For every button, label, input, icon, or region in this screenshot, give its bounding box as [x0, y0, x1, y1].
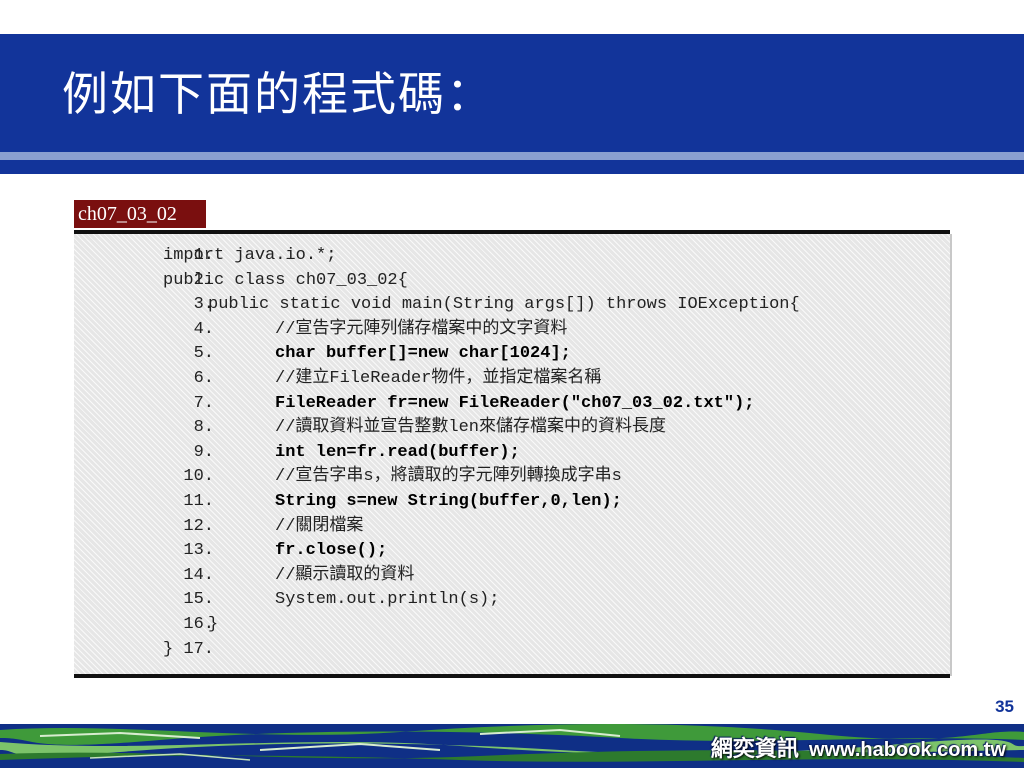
line-number: 8. [193, 418, 214, 438]
code-line: 2. public class ch07_03_02{ [74, 269, 950, 294]
slide: 例如下面的程式碼： ch07_03_02 1. import java.io.*;… [0, 0, 1024, 768]
code-line: 14. //顯示讀取的資料 [74, 564, 950, 589]
line-code: public class ch07_03_02{ [163, 270, 408, 290]
code-line: 11. String s=new String(buffer,0,len); [74, 490, 950, 515]
code-lines: 1. import java.io.*; 2. public class ch07_0… [74, 244, 950, 662]
line-code: System.out.println(s); [275, 590, 500, 610]
code-line: 7. FileReader fr=new FileReader("ch07_03_… [74, 392, 950, 417]
line-code: //建立FileReader物件，並指定檔案名稱 [275, 368, 602, 388]
header-divider-dark [0, 160, 1024, 174]
code-line: 15. System.out.println(s); [74, 588, 950, 613]
line-code: //顯示讀取的資料 [275, 565, 415, 585]
line-code: public static void main(String args[]) t… [208, 295, 800, 315]
header-divider-light [0, 152, 1024, 160]
line-number: 17. [183, 639, 214, 659]
code-line: 13. fr.close(); [74, 539, 950, 564]
line-number: 6. [193, 368, 214, 388]
code-line: 4. //宣告字元陣列儲存檔案中的文字資料 [74, 318, 950, 343]
line-code: fr.close(); [275, 541, 388, 561]
footer-logo-text: 網奕資訊 [710, 737, 799, 762]
line-code: FileReader fr=new FileReader("ch07_03_02… [275, 393, 755, 413]
line-number: 14. [183, 565, 214, 585]
line-number: 7. [193, 393, 214, 413]
slide-title: 例如下面的程式碼： [62, 67, 494, 121]
code-label: ch07_03_02 [74, 200, 206, 228]
code-line: 3. public static void main(String args[])… [74, 293, 950, 318]
page-number: 35 [995, 697, 1014, 716]
code-line: 5. char buffer[]=new char[1024]; [74, 342, 950, 367]
code-line: 9. int len=fr.read(buffer); [74, 441, 950, 466]
line-code: //關閉檔案 [275, 516, 364, 536]
line-code: String s=new String(buffer,0,len); [275, 491, 622, 511]
line-code: //宣告字元陣列儲存檔案中的文字資料 [275, 319, 568, 339]
line-code: //宣告字串s，將讀取的字元陣列轉換成字串s [275, 467, 622, 487]
line-code: } [208, 614, 219, 634]
line-code: import java.io.*; [163, 246, 337, 265]
line-number: 10. [183, 467, 214, 487]
code-line: 16.} [74, 613, 950, 638]
line-number: 5. [193, 344, 214, 364]
line-code: } [163, 639, 174, 659]
code-listing: 1. import java.io.*; 2. public class ch07_0… [74, 230, 950, 678]
line-number: 12. [183, 516, 214, 536]
code-line: 10. //宣告字串s，將讀取的字元陣列轉換成字串s [74, 465, 950, 490]
line-code: int len=fr.read(buffer); [275, 442, 520, 462]
footer-url: www.habook.com.tw [808, 739, 1006, 761]
line-code: char buffer[]=new char[1024]; [275, 344, 571, 364]
code-line: 1. import java.io.*; [74, 244, 950, 269]
line-number: 13. [183, 541, 214, 561]
line-code: //讀取資料並宣告整數len來儲存檔案中的資料長度 [275, 418, 667, 438]
line-number: 9. [193, 442, 214, 462]
code-line: 6. //建立FileReader物件，並指定檔案名稱 [74, 367, 950, 392]
code-line: 12. //關閉檔案 [74, 515, 950, 540]
code-line: 8. //讀取資料並宣告整數len來儲存檔案中的資料長度 [74, 416, 950, 441]
line-number: 11. [183, 491, 214, 511]
code-line: 17.} [74, 638, 950, 663]
line-number: 4. [193, 319, 214, 339]
footer-logo: 網奕資訊 www.habook.com.tw [711, 731, 1006, 763]
line-number: 15. [183, 590, 214, 610]
